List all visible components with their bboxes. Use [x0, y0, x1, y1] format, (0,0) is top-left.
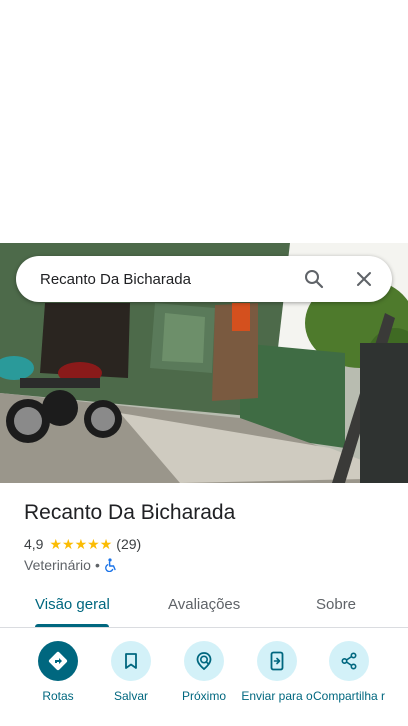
rating-row[interactable]: 4,9 ★ ★ ★ ★ ★ (29)	[24, 536, 141, 552]
reviews-count: (29)	[116, 536, 142, 552]
rating-value: 4,9	[24, 536, 44, 552]
nearby-label: Próximo	[181, 689, 226, 703]
save-label: Salvar	[113, 689, 148, 703]
tab-reviews[interactable]: Avaliações	[168, 596, 240, 613]
star-icon: ★	[74, 536, 88, 552]
action-bar: Rotas Salvar Próximo Enviar para o Compa…	[0, 641, 408, 726]
share-button[interactable]: Compartilha r	[311, 641, 387, 703]
nearby-button[interactable]: Próximo	[166, 641, 242, 703]
share-icon	[329, 641, 369, 681]
tab-overview[interactable]: Visão geral	[35, 596, 110, 613]
tab-about[interactable]: Sobre	[316, 596, 356, 613]
directions-icon	[38, 641, 78, 681]
send-to-phone-button[interactable]: Enviar para o	[239, 641, 315, 703]
directions-button[interactable]: Rotas	[20, 641, 96, 703]
category-label: Veterinário	[24, 557, 91, 573]
save-button[interactable]: Salvar	[93, 641, 169, 703]
search-input[interactable]: Recanto Da Bicharada	[40, 271, 302, 288]
search-icon[interactable]	[302, 267, 326, 291]
star-icon: ★	[49, 536, 63, 552]
star-icon: ★	[62, 536, 75, 552]
star-icon: ★	[99, 536, 113, 552]
star-icon: ★	[87, 536, 100, 552]
close-icon[interactable]	[352, 267, 376, 291]
place-name: Recanto Da Bicharada	[24, 501, 236, 524]
send-to-phone-label: Enviar para o	[241, 689, 313, 703]
separator-dot: •	[94, 557, 100, 573]
bookmark-icon	[111, 641, 151, 681]
search-bar[interactable]: Recanto Da Bicharada	[16, 256, 392, 302]
nearby-icon	[184, 641, 224, 681]
directions-label: Rotas	[42, 689, 74, 703]
tab-bar: Visão geral Avaliações Sobre	[0, 584, 408, 628]
wheelchair-accessible-icon	[104, 558, 118, 572]
tab-active-indicator	[35, 624, 109, 627]
send-to-phone-icon	[257, 641, 297, 681]
star-rating: ★ ★ ★ ★ ★	[49, 537, 112, 551]
share-label: Compartilha r	[312, 689, 386, 703]
category-row: Veterinário •	[24, 557, 118, 573]
map-blank-area	[0, 0, 408, 243]
